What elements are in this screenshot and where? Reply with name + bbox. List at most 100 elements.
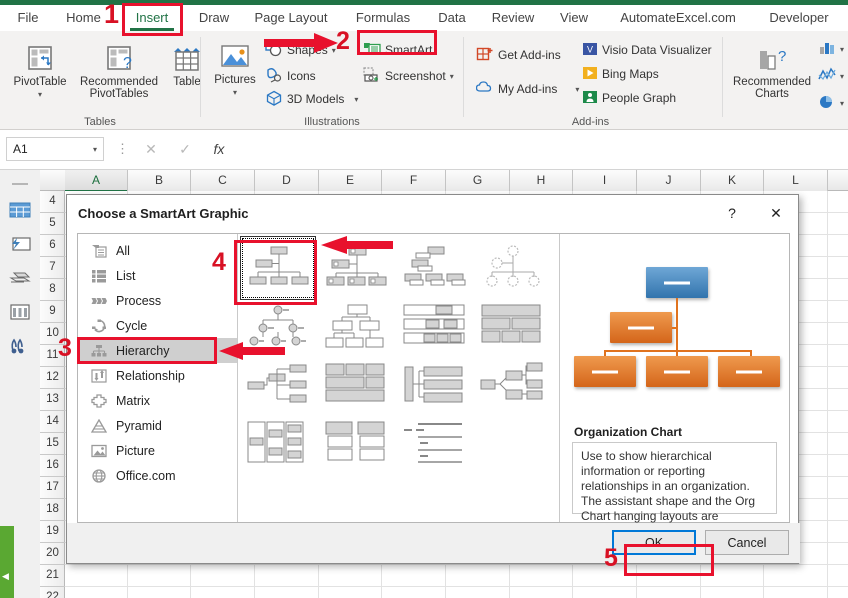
gallery-item-lined-list[interactable] xyxy=(318,413,394,477)
pie-chart-chevron-down-icon[interactable]: ▾ xyxy=(840,99,844,108)
line-chart-button[interactable]: ▾ xyxy=(818,66,844,86)
cancel-formula-icon[interactable]: ✕ xyxy=(138,139,164,159)
tab-file[interactable]: File xyxy=(6,5,50,31)
tab-insert[interactable]: Insert xyxy=(122,5,182,31)
column-header-D[interactable]: D xyxy=(255,170,319,191)
row-header[interactable]: 19 xyxy=(40,521,65,543)
ok-button[interactable]: OK xyxy=(612,530,696,555)
column-header-B[interactable]: B xyxy=(128,170,191,191)
row-header[interactable]: 17 xyxy=(40,477,65,499)
insert-function-icon[interactable]: fx xyxy=(206,139,232,159)
gallery-item-hierarchy[interactable] xyxy=(318,295,394,359)
row-header[interactable]: 21 xyxy=(40,565,65,587)
pivottable-chevron-down-icon[interactable]: ▾ xyxy=(6,89,74,101)
tab-formulas[interactable]: Formulas xyxy=(344,5,422,31)
bing-maps-button[interactable]: Bing Maps xyxy=(582,64,659,84)
name-box[interactable]: A1 ▾ xyxy=(6,137,104,161)
row-header[interactable]: 22 xyxy=(40,587,65,598)
tab-home[interactable]: Home xyxy=(56,5,111,31)
close-icon[interactable]: ✕ xyxy=(761,201,791,225)
collapse-arrow-icon[interactable]: ◀ xyxy=(2,571,9,582)
category-item-relationship[interactable]: Relationship xyxy=(78,363,237,388)
pivottable-button[interactable]: PivotTable ▾ xyxy=(6,43,74,101)
smartart-gallery[interactable] xyxy=(238,234,560,522)
tab-draw[interactable]: Draw xyxy=(190,5,238,31)
column-header-J[interactable]: J xyxy=(637,170,701,191)
my-addins-button[interactable]: My Add-ins ▾ xyxy=(475,79,579,99)
gallery-item-architecture-layout[interactable] xyxy=(318,354,394,418)
column-header-L[interactable]: L xyxy=(764,170,828,191)
column-header-F[interactable]: F xyxy=(382,170,446,191)
enter-formula-icon[interactable]: ✓ xyxy=(172,139,198,159)
gallery-item-horizontal-hierarchy[interactable] xyxy=(396,354,472,418)
gallery-item-horizontal-labeled-hierarchy[interactable] xyxy=(240,413,316,477)
row-header[interactable]: 15 xyxy=(40,433,65,455)
name-box-chevron-down-icon[interactable]: ▾ xyxy=(93,145,97,154)
icons-button[interactable]: Icons xyxy=(265,66,316,86)
category-item-picture[interactable]: Picture xyxy=(78,438,237,463)
recommended-charts-button[interactable]: ? Recommended Charts xyxy=(729,45,815,100)
row-header[interactable]: 18 xyxy=(40,499,65,521)
pictures-button[interactable]: Pictures ▾ xyxy=(206,43,264,99)
formula-input[interactable] xyxy=(240,137,842,161)
cancel-button[interactable]: Cancel xyxy=(705,530,789,555)
grid-icon[interactable] xyxy=(8,300,32,324)
visio-data-visualizer-button[interactable]: V Visio Data Visualizer xyxy=(582,40,712,60)
gallery-item-labeled-hierarchy[interactable] xyxy=(396,295,472,359)
smartart-button[interactable]: SmartArt xyxy=(363,40,432,60)
column-header-C[interactable]: C xyxy=(191,170,255,191)
column-chart-button[interactable]: ▾ xyxy=(818,39,844,59)
row-header[interactable]: 13 xyxy=(40,389,65,411)
row-header[interactable]: 5 xyxy=(40,213,65,235)
category-item-pyramid[interactable]: Pyramid xyxy=(78,413,237,438)
column-chart-chevron-down-icon[interactable]: ▾ xyxy=(840,45,844,54)
tab-view[interactable]: View xyxy=(550,5,598,31)
row-header[interactable]: 14 xyxy=(40,411,65,433)
tab-data[interactable]: Data xyxy=(428,5,476,31)
gallery-item-table-hierarchy[interactable] xyxy=(474,295,550,359)
row-header[interactable]: 9 xyxy=(40,301,65,323)
column-header-I[interactable]: I xyxy=(573,170,637,191)
formula-bar-drag-handle[interactable]: ⋮ xyxy=(116,141,129,157)
row-header[interactable]: 16 xyxy=(40,455,65,477)
column-header-K[interactable]: K xyxy=(701,170,764,191)
gallery-item-horizontal-multi-level-hierarchy[interactable] xyxy=(474,354,550,418)
category-item-cycle[interactable]: Cycle xyxy=(78,313,237,338)
column-header-A[interactable]: A xyxy=(65,170,128,192)
people-graph-button[interactable]: People Graph xyxy=(582,88,676,108)
row-header[interactable]: 20 xyxy=(40,543,65,565)
gallery-item-horizontal-organization-chart[interactable] xyxy=(240,354,316,418)
tab-automateexcel[interactable]: AutomateExcel.com xyxy=(604,5,752,31)
get-addins-button[interactable]: Get Add-ins xyxy=(476,45,561,65)
pie-chart-button[interactable]: ▾ xyxy=(818,93,844,113)
category-item-matrix[interactable]: Matrix xyxy=(78,388,237,413)
3d-models-button[interactable]: 3D Models ▾ xyxy=(265,89,358,109)
help-icon[interactable]: ? xyxy=(717,201,747,225)
column-header-G[interactable]: G xyxy=(446,170,510,191)
category-item-hierarchy[interactable]: Hierarchy xyxy=(78,338,237,363)
category-item-process[interactable]: Process xyxy=(78,288,237,313)
row-header[interactable]: 12 xyxy=(40,367,65,389)
gallery-item-organization-chart[interactable] xyxy=(240,236,316,300)
tab-page-layout[interactable]: Page Layout xyxy=(244,5,338,31)
3d-models-chevron-down-icon[interactable]: ▾ xyxy=(354,95,358,104)
row-header[interactable]: 6 xyxy=(40,235,65,257)
line-chart-chevron-down-icon[interactable]: ▾ xyxy=(840,72,844,81)
category-item-office-com[interactable]: Office.com xyxy=(78,463,237,488)
recommended-pivottables-button[interactable]: ? Recommended PivotTables xyxy=(76,43,162,100)
tab-developer[interactable]: Developer xyxy=(756,5,842,31)
table-icon[interactable] xyxy=(8,198,32,222)
pictures-chevron-down-icon[interactable]: ▾ xyxy=(206,87,264,99)
screenshot-button[interactable]: Screenshot ▾ xyxy=(363,66,454,86)
column-header-H[interactable]: H xyxy=(510,170,573,191)
row-header[interactable]: 7 xyxy=(40,257,65,279)
gallery-item-half-circle-organization-chart[interactable] xyxy=(474,236,550,300)
quick-analysis-icon[interactable] xyxy=(8,232,32,256)
find-icon[interactable] xyxy=(8,334,32,358)
gallery-item-name-and-title-organization-chart[interactable] xyxy=(396,236,472,300)
tab-review[interactable]: Review xyxy=(482,5,544,31)
gallery-item-hierarchy-list[interactable] xyxy=(396,413,472,477)
my-addins-chevron-down-icon[interactable]: ▾ xyxy=(575,85,579,94)
print-icon[interactable] xyxy=(8,266,32,290)
column-header-E[interactable]: E xyxy=(319,170,382,191)
